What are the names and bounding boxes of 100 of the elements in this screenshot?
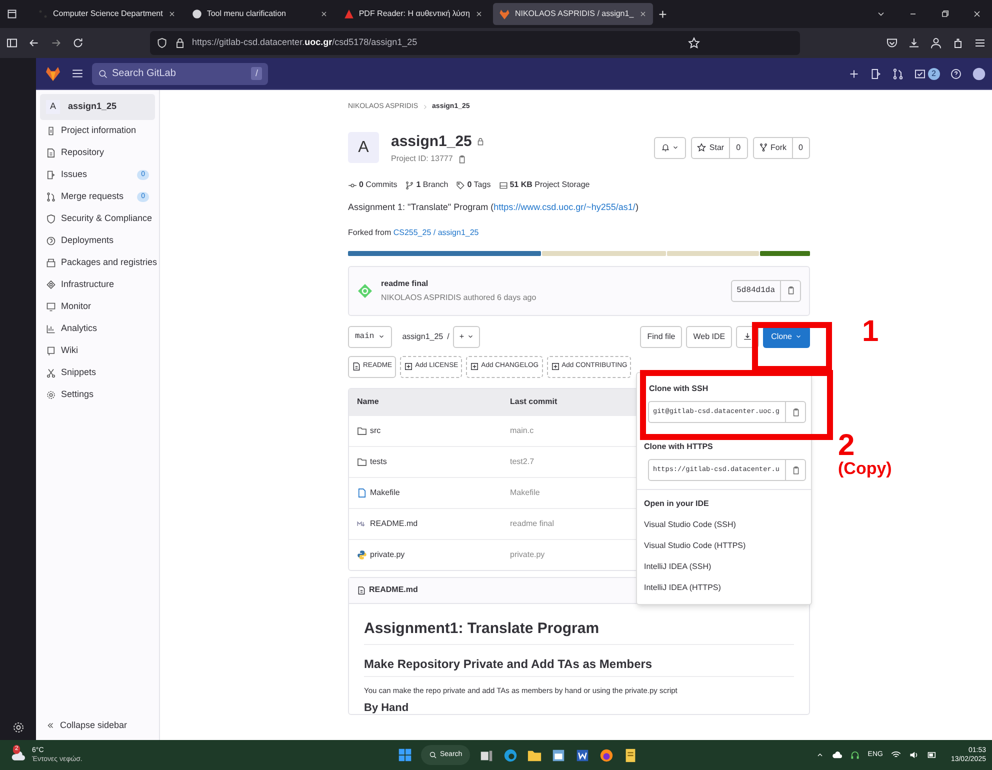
calendar-icon[interactable] bbox=[551, 748, 566, 762]
close-icon[interactable] bbox=[638, 10, 647, 18]
copy-icon[interactable] bbox=[791, 408, 800, 416]
shortcut-key: / bbox=[251, 66, 262, 80]
count-link[interactable]: 0 bbox=[792, 142, 809, 154]
stat-link[interactable]: 1 Branch bbox=[416, 179, 448, 191]
project-description: Assignment 1: "Translate" Program (https://www.csd.uoc.gr/~hy255/as1/) bbox=[348, 201, 640, 214]
toolbar-button[interactable]: Web IDE bbox=[686, 326, 732, 348]
tab-list-icon[interactable] bbox=[6, 8, 18, 20]
toolbar-button[interactable]: Find file bbox=[640, 326, 682, 348]
menu-icon[interactable] bbox=[974, 37, 986, 49]
reload-icon[interactable] bbox=[72, 37, 84, 49]
sidebar-item[interactable]: Analytics bbox=[36, 318, 159, 340]
commit-message-link[interactable]: Makefile bbox=[510, 486, 540, 498]
commit-message-link[interactable]: readme final bbox=[510, 518, 554, 530]
browser-tab[interactable]: PDF Reader: Η αυθεντική λύση bbox=[338, 3, 489, 25]
search-field[interactable]: Search GitLab / bbox=[92, 62, 268, 84]
file-name-link[interactable]: Makefile bbox=[370, 486, 400, 498]
document-app-icon[interactable] bbox=[575, 748, 590, 762]
chevron-up-icon[interactable] bbox=[816, 751, 824, 759]
windows-logo[interactable] bbox=[398, 748, 412, 762]
commit-message-link[interactable]: private.py bbox=[510, 548, 545, 560]
merge-request-icon[interactable] bbox=[892, 68, 904, 80]
copy-icon[interactable] bbox=[456, 154, 466, 164]
lock-icon bbox=[174, 37, 186, 49]
plus-icon[interactable] bbox=[848, 68, 860, 80]
description-link[interactable]: https://www.csd.uoc.gr/~hy255/as1/ bbox=[494, 202, 636, 212]
fox-browser-icon[interactable] bbox=[599, 748, 614, 762]
file-name-link[interactable]: README.md bbox=[370, 518, 418, 530]
package-icon bbox=[46, 258, 56, 268]
stat-link[interactable]: 51 KB Project Storage bbox=[510, 179, 590, 191]
browser-tab[interactable]: NIKOLAOS ASPRIDIS / assign1_ bbox=[492, 3, 653, 25]
close-icon[interactable] bbox=[168, 10, 176, 18]
bookmark-star-icon[interactable] bbox=[688, 37, 700, 49]
notification-button[interactable] bbox=[654, 136, 686, 159]
commit-message-link[interactable]: test2.7 bbox=[510, 456, 534, 468]
stat-link[interactable]: 0 Tags bbox=[467, 179, 491, 191]
copy-icon[interactable] bbox=[786, 286, 795, 295]
sidebar-item[interactable]: Wiki bbox=[36, 340, 159, 362]
download-button[interactable] bbox=[736, 326, 760, 348]
sidebar-item[interactable]: Snippets bbox=[36, 362, 159, 384]
sidebar-toggle-icon[interactable] bbox=[6, 37, 18, 49]
sidebar-item[interactable]: Infrastructure bbox=[36, 274, 159, 296]
issue-icon bbox=[46, 170, 56, 180]
browser-icon[interactable] bbox=[503, 748, 518, 762]
project-link[interactable]: A assign1_25 bbox=[40, 94, 155, 120]
branch-dropdown[interactable]: main bbox=[348, 326, 392, 348]
file-name-link[interactable]: private.py bbox=[370, 548, 405, 560]
sidebar-item[interactable]: Packages and registries bbox=[36, 252, 159, 274]
commit-message-link[interactable]: main.c bbox=[510, 424, 534, 436]
copy-icon[interactable] bbox=[791, 466, 800, 474]
close-icon[interactable] bbox=[474, 10, 483, 18]
count-link[interactable]: 0 bbox=[730, 142, 747, 154]
account-icon[interactable] bbox=[930, 37, 942, 49]
file-name-link[interactable]: src bbox=[370, 424, 381, 436]
sidebar-item[interactable]: Project information bbox=[36, 120, 159, 142]
close-icon[interactable] bbox=[972, 9, 982, 19]
battery-icon[interactable] bbox=[926, 750, 937, 760]
new-tab-button[interactable]: + bbox=[658, 4, 667, 24]
menu-item[interactable]: IntelliJ IDEA (HTTPS) bbox=[637, 577, 811, 598]
menu-item[interactable]: Visual Studio Code (HTTPS) bbox=[637, 535, 811, 556]
browser-tab[interactable]: Tool menu clarification bbox=[186, 3, 334, 25]
pocket-icon[interactable] bbox=[886, 37, 898, 49]
help-icon[interactable] bbox=[950, 68, 962, 80]
forward-icon[interactable] bbox=[50, 37, 62, 49]
sidebar-item[interactable]: Deployments bbox=[36, 230, 159, 252]
stat-link[interactable]: 0 Commits bbox=[359, 179, 398, 191]
wifi-icon[interactable] bbox=[890, 750, 901, 760]
browser-tab[interactable]: Computer Science Department bbox=[32, 3, 182, 25]
forked-from-link[interactable]: CS255_25 / assign1_25 bbox=[393, 228, 479, 236]
restore-icon[interactable] bbox=[940, 9, 950, 19]
file-name-link[interactable]: tests bbox=[370, 456, 387, 468]
issue-icon[interactable] bbox=[870, 68, 882, 80]
avatar-icon[interactable] bbox=[972, 66, 986, 80]
back-icon[interactable] bbox=[28, 37, 40, 49]
menu-item[interactable]: Visual Studio Code (SSH) bbox=[637, 514, 811, 535]
address-field[interactable]: https://gitlab-csd.datacenter.uoc.gr/csd5178/assign1_25 bbox=[150, 31, 800, 55]
collapse-sidebar-button[interactable]: Collapse sidebar bbox=[36, 718, 159, 732]
menu-icon[interactable] bbox=[71, 67, 84, 80]
sidebar-item[interactable]: Monitor bbox=[36, 296, 159, 318]
sidebar-item[interactable]: Repository bbox=[36, 142, 159, 164]
download-icon[interactable] bbox=[908, 37, 920, 49]
fork-button[interactable]: Fork bbox=[754, 138, 793, 158]
speaker-icon[interactable] bbox=[908, 750, 919, 760]
commit-title[interactable]: readme final bbox=[381, 278, 536, 290]
sidebar-item[interactable]: Security & Compliance bbox=[36, 208, 159, 230]
extension-icon[interactable] bbox=[952, 37, 964, 49]
tab-title: Computer Science Department bbox=[53, 8, 163, 20]
diamond-avatar-icon bbox=[357, 282, 373, 298]
menu-item[interactable]: IntelliJ IDEA (SSH) bbox=[637, 556, 811, 577]
todo-icon[interactable] bbox=[914, 68, 926, 80]
settings-icon[interactable] bbox=[12, 721, 24, 734]
add-dropdown[interactable]: + bbox=[453, 326, 480, 348]
path-link[interactable]: assign1_25 bbox=[402, 330, 444, 342]
headset-icon[interactable] bbox=[850, 750, 860, 760]
search-icon bbox=[429, 751, 437, 759]
star-button[interactable]: Star bbox=[692, 138, 730, 158]
close-icon[interactable] bbox=[320, 10, 328, 18]
monitor-icon bbox=[46, 302, 56, 312]
sidebar-item[interactable]: Settings bbox=[36, 384, 159, 406]
